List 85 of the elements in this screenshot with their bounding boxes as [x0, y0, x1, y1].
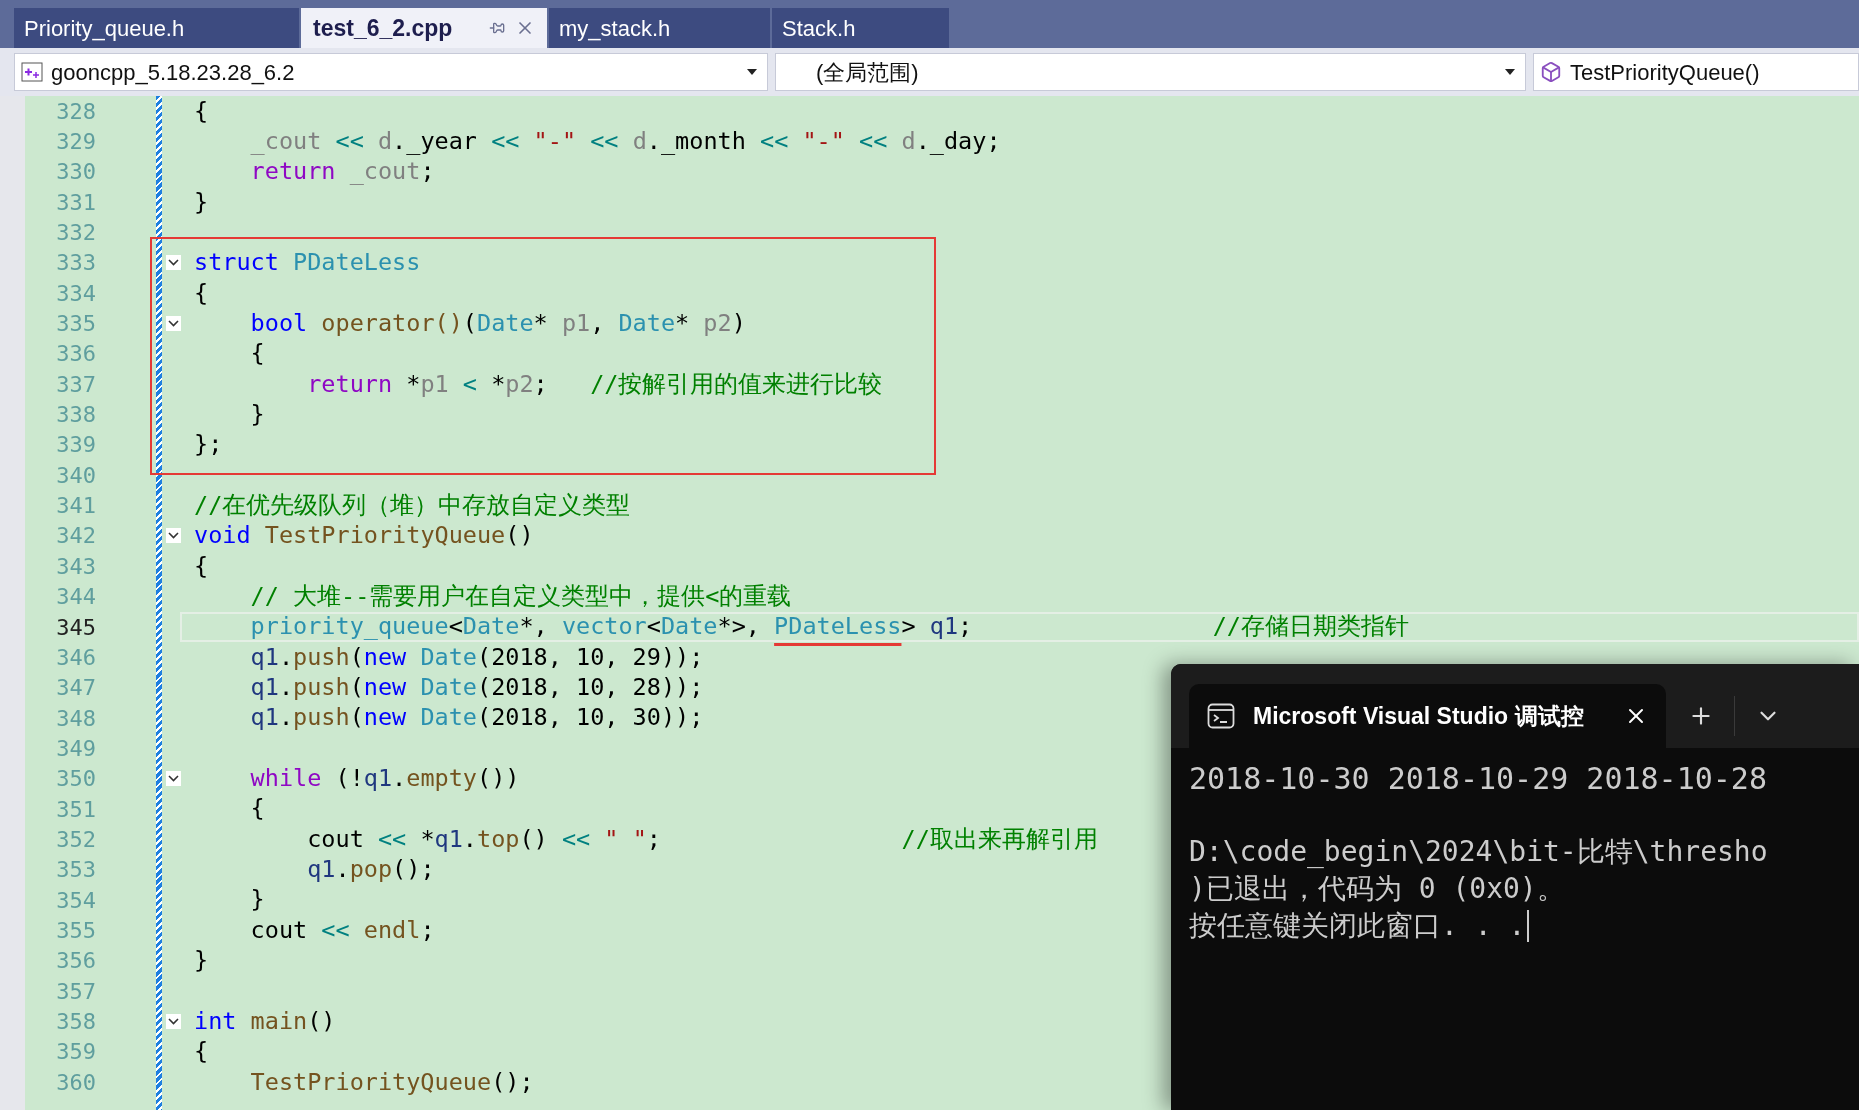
line-number: 349 [55, 734, 96, 763]
dropdown-caret-icon [747, 69, 757, 75]
terminal-message: )已退出，代码为 0 (0x0)。 [1189, 871, 1565, 907]
code-line: { [249, 338, 265, 370]
line-number: 357 [55, 977, 96, 1006]
pin-icon[interactable] [489, 20, 505, 36]
code-line: //在优先级队列（堆）中存放自定义类型 [193, 490, 631, 521]
code-line: void TestPriorityQueue() [193, 520, 534, 552]
line-number: 343 [55, 552, 96, 581]
code-line: q1.push(new Date(2018, 10, 28)); [249, 672, 704, 703]
line-number: 356 [55, 947, 96, 976]
terminal-icon [1207, 702, 1235, 730]
line-number: 332 [55, 219, 96, 248]
code-line: return _cout; [249, 156, 435, 188]
code-line: int main() [193, 1006, 336, 1037]
line-number: 342 [55, 522, 96, 551]
code-line: cout << endl; [249, 915, 435, 946]
code-line: q1.push(new Date(2018, 10, 30)); [249, 702, 704, 734]
collapse-chevron-icon[interactable] [165, 316, 181, 332]
line-number: 334 [55, 279, 96, 308]
code-line: cout << *q1.top() << " "; //取出来再解引用 [306, 824, 1098, 855]
file-tab[interactable]: test_6_2.cpp [301, 8, 547, 48]
line-number: 336 [55, 340, 96, 369]
line-number: 347 [55, 674, 96, 703]
terminal-tab[interactable]: Microsoft Visual Studio 调试控 [1189, 684, 1666, 748]
line-number: 353 [55, 856, 96, 885]
collapse-chevron-icon[interactable] [165, 1014, 181, 1029]
collapse-chevron-icon[interactable] [165, 528, 181, 544]
line-number: 351 [55, 795, 96, 824]
file-tab[interactable]: Priority_queue.h [14, 8, 299, 48]
terminal-output: 2018-10-30 2018-10-29 2018-10-28 [1189, 760, 1768, 797]
line-number: 352 [55, 825, 96, 854]
terminal-message: D:\code_begin\2024\bit-比特\thresho [1189, 834, 1768, 870]
code-line: return *p1 < *p2; //按解引用的值来进行比较 [306, 369, 883, 400]
code-line: { [193, 278, 209, 309]
code-line: TestPriorityQueue(); [249, 1067, 534, 1098]
code-line: }; [193, 429, 223, 461]
collapse-chevron-icon[interactable] [165, 255, 181, 271]
scope-dropdown[interactable]: gooncpp_5.18.23.28_6.2 [14, 53, 768, 91]
line-number: 345 [55, 613, 96, 642]
code-line: _cout << d._year << "-" << d._month << "-" << d._day; [249, 126, 1001, 157]
code-line: bool operator()(Date* p1, Date* p2) [249, 308, 746, 339]
code-line: struct PDateLess [193, 247, 421, 279]
line-number: 333 [55, 249, 96, 278]
line-number: 341 [55, 492, 96, 521]
line-number: 331 [55, 188, 96, 217]
line-number: 335 [55, 310, 96, 339]
code-line: { [193, 96, 209, 127]
code-line: q1.pop(); [306, 854, 435, 885]
terminal-title: Microsoft Visual Studio 调试控 [1253, 701, 1584, 731]
line-number: 354 [55, 886, 96, 915]
cube-icon [1540, 61, 1562, 83]
line-number: 360 [55, 1068, 96, 1097]
line-number: 339 [55, 431, 96, 460]
code-line: // 大堆--需要用户在自定义类型中，提供<的重载 [249, 581, 792, 612]
code-line: } [249, 884, 265, 916]
line-number: 344 [55, 583, 96, 612]
terminal-message: 按任意键关闭此窗口. . . [1189, 908, 1526, 944]
code-line: } [249, 399, 265, 430]
line-number: 338 [55, 401, 96, 430]
code-line: { [193, 1036, 209, 1067]
line-number: 337 [55, 370, 96, 399]
dropdown-caret-icon [1505, 69, 1515, 75]
scope-dropdown[interactable]: (全局范围) [775, 53, 1526, 91]
file-tab[interactable]: Stack.h [772, 8, 949, 48]
code-line: } [193, 187, 209, 218]
line-number: 350 [55, 765, 96, 794]
code-line: { [193, 551, 209, 582]
file-tab[interactable]: my_stack.h [549, 8, 770, 48]
scope-dropdown[interactable]: TestPriorityQueue() [1533, 53, 1859, 91]
line-number: 340 [55, 461, 96, 490]
code-line: while (!q1.empty()) [249, 763, 520, 794]
line-number: 330 [55, 158, 96, 187]
line-number: 328 [55, 97, 96, 126]
line-number: 359 [55, 1038, 96, 1067]
line-number: 355 [55, 916, 96, 945]
line-number: 329 [55, 128, 96, 156]
collapse-chevron-icon[interactable] [165, 771, 181, 787]
line-number: 358 [55, 1008, 96, 1036]
code-line: q1.push(new Date(2018, 10, 29)); [249, 642, 704, 673]
code-line: { [249, 793, 265, 825]
line-number: 346 [55, 643, 96, 672]
code-line: } [193, 945, 209, 976]
project-icon [21, 62, 43, 82]
line-number: 348 [55, 704, 96, 733]
